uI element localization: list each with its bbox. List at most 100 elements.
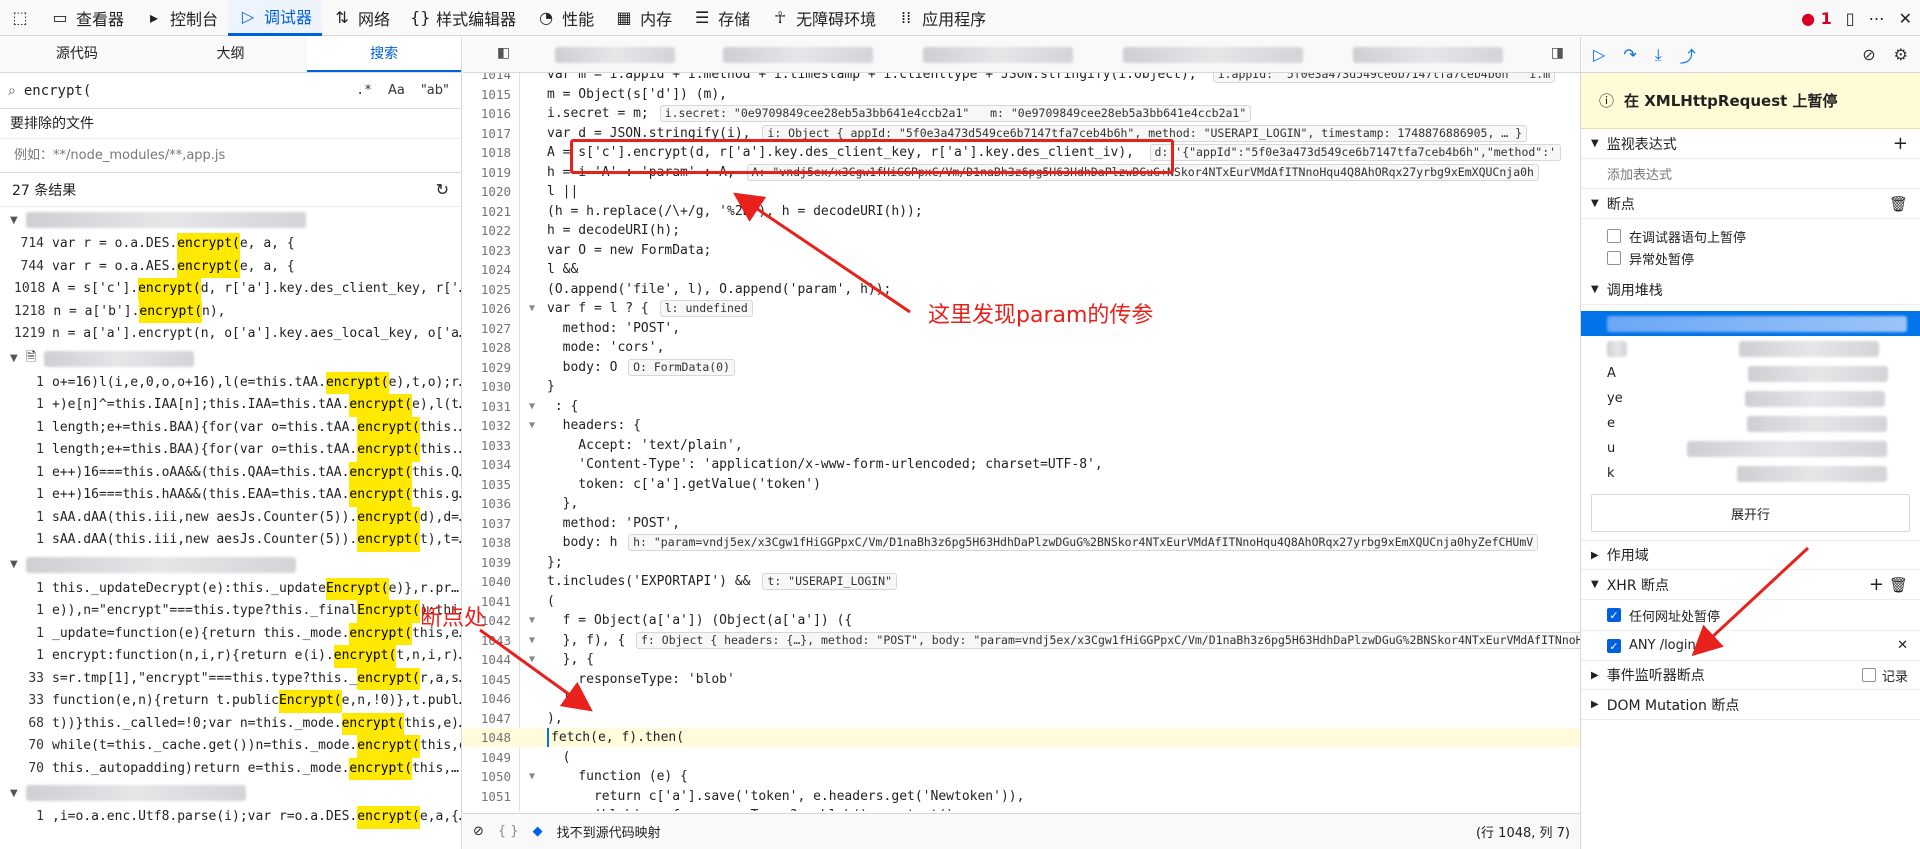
case-sensitive-toggle[interactable]: Aa [384,83,409,98]
toggle-sidebar-icon[interactable]: ◧ [497,45,510,61]
search-result-line[interactable]: 1 this._updateDecrypt(e):this._update Encr… [0,577,461,600]
code-line[interactable]: 1042 ▼ f = Object(a['a']) (Object(a['a'])… [463,611,1580,630]
toggle-right-sidebar-icon[interactable]: ◨ [1551,45,1564,61]
search-result-line[interactable]: 1 o+=16)l(i,e,0,o,o+16),l(e=this.tAA. encr… [0,371,461,394]
step-in-icon[interactable]: ⤓ [1655,45,1662,65]
code-line[interactable]: 1015 m = Object(s['d']) (m), [463,85,1580,104]
tab-console[interactable]: ▸ 控制台 [134,0,228,36]
checkbox[interactable] [1607,251,1621,265]
tab-performance[interactable]: ◔ 性能 [526,0,604,36]
tab-network[interactable]: ⇅ 网络 [322,0,400,36]
tab-search[interactable]: 搜索 [307,37,461,72]
checkbox-checked[interactable]: ✓ [1607,608,1621,622]
tab-application[interactable]: ⁞⁞ 应用程序 [886,0,996,36]
dock-icon[interactable]: ▯ [1846,9,1855,28]
code-line[interactable]: 1014 var m = i.appid + i.method + i.times… [463,73,1580,84]
line-number[interactable]: 1045 [463,670,511,689]
line-number[interactable]: 1018 [463,143,511,162]
trash-icon[interactable]: 🗑 [1889,195,1908,213]
line-number[interactable]: 1046 [463,689,511,708]
fold-toggle-icon[interactable]: ▼ [529,767,535,786]
fold-toggle-icon[interactable]: ▼ [529,299,535,318]
error-count-badge[interactable]: ● 1 [1801,9,1832,28]
trash-icon[interactable]: 🗑 [1889,576,1908,594]
line-number[interactable]: 1035 [463,475,511,494]
line-number[interactable]: 1052 [463,806,511,811]
call-stack-header[interactable]: ▼ 调用堆栈 [1581,275,1920,305]
code-line[interactable]: 1029 body: O O: FormData(0) [463,358,1580,377]
source-tab[interactable] [723,47,873,63]
call-stack-frame[interactable]: A [1581,361,1920,386]
code-line[interactable]: 1044 ▼ }, { [463,650,1580,669]
code-line[interactable]: 1028 mode: 'cors', [463,338,1580,357]
code-line[interactable]: 1024 l && [463,260,1580,279]
log-option[interactable]: 记录 [1861,666,1908,685]
code-line[interactable]: 1050 ▼ function (e) { [463,767,1580,786]
line-number[interactable]: 1021 [463,202,511,221]
regex-toggle[interactable]: .* [352,83,376,98]
code-line[interactable]: 1022 h = decodeURI(h); [463,221,1580,240]
code-line[interactable]: 1052 'blob' == f.responseType ? e.blob()… [463,806,1580,811]
close-icon[interactable]: ✕ [1899,9,1912,28]
code-line[interactable]: 1043 ▼ }, f), {f: Object { headers: {…}, … [463,631,1580,650]
code-line[interactable]: 1025 (O.append('file', l), O.append('para… [463,280,1580,299]
code-line[interactable]: 1045 responseType: 'blob' [463,670,1580,689]
search-result-line[interactable]: 1 sAA.dAA(this.iii,new aesJs.Counter(5)).… [0,529,461,552]
line-number[interactable]: 1022 [463,221,511,240]
fold-toggle-icon[interactable]: ▼ [529,631,535,650]
search-result-line[interactable]: 1 length;e+=this.BAA){for(var o=this.tAA.… [0,439,461,462]
tab-debugger[interactable]: ▷ 调试器 [228,0,323,36]
xhr-any-url-option[interactable]: ✓ 任何网址处暂停 [1581,600,1920,630]
add-icon[interactable]: + [1869,574,1884,595]
line-number[interactable]: 1048 [463,728,511,747]
search-result-line[interactable]: 33 s=r.tmp[1],"encrypt"===this.type?this.… [0,667,461,690]
expand-rows-button[interactable]: 展开行 [1591,494,1910,532]
search-result-line[interactable]: 1 e)),n="encrypt"===this.type?this._final… [0,600,461,623]
source-tab[interactable] [555,47,675,63]
code-line[interactable]: 1051 return c['a'].save('token', e.heade… [463,787,1580,806]
remove-icon[interactable]: ✕ [1897,638,1908,653]
line-number[interactable]: 1051 [463,787,511,806]
line-number[interactable]: 1017 [463,124,511,143]
line-number[interactable]: 1032 [463,416,511,435]
result-file-header[interactable]: ▼ [0,780,461,806]
code-line[interactable]: 1049 ( [463,748,1580,767]
breakpoints-header[interactable]: ▼ 断点 🗑 [1581,189,1920,219]
inline-preview[interactable]: h: "param=vndj5ex/x3Cgw1fHiGGPpxC/Vm/D1n… [628,534,1539,551]
xhr-login-breakpoint[interactable]: ✓ ANY /login ✕ [1581,630,1920,660]
search-result-line[interactable]: 1 encrypt:function(n,i,r){return e(i). enc… [0,645,461,668]
line-number[interactable]: 1031 [463,397,511,416]
call-stack-frame[interactable]: k [1581,461,1920,486]
code-line[interactable]: 1032 ▼ headers: { [463,416,1580,435]
inline-preview[interactable]: l: undefined [659,300,753,317]
inline-preview[interactable]: t: "USERAPI_LOGIN" [762,573,898,590]
code-line[interactable]: 1039}; [463,553,1580,572]
tab-inspector[interactable]: ▭ 查看器 [40,0,134,36]
code-line[interactable]: 1031 ▼ : { [463,397,1580,416]
line-number[interactable]: 1037 [463,514,511,533]
line-number[interactable]: 1027 [463,319,511,338]
line-number[interactable]: 1038 [463,533,511,552]
tab-memory[interactable]: ▦ 内存 [604,0,682,36]
call-stack-frame[interactable]: e [1581,411,1920,436]
line-number[interactable]: 1025 [463,280,511,299]
search-result-line[interactable]: 1218 n = a['b']. encrypt(n), [0,300,461,323]
refresh-icon[interactable]: ↻ [436,180,449,199]
line-number[interactable]: 1026 [463,299,511,318]
code-line[interactable]: 1046 }) [463,689,1580,708]
fold-toggle-icon[interactable]: ▼ [529,397,535,416]
result-file-header[interactable]: ▼ [0,552,461,578]
element-picker-button[interactable]: ⬚ [0,0,40,36]
line-number[interactable]: 1028 [463,338,511,357]
step-over-icon[interactable]: ↷ [1623,45,1636,64]
search-result-line[interactable]: 714 var r = o.a.DES. encrypt(e, a, { [0,233,461,256]
line-number[interactable]: 1044 [463,650,511,669]
watch-expression-input[interactable]: 添加表达式 [1581,159,1920,189]
line-number[interactable]: 1050 [463,767,511,786]
result-file-header[interactable]: ▼ 🗎 [0,346,461,372]
source-tab[interactable] [1353,47,1503,63]
checkbox[interactable] [1861,668,1876,682]
braces-icon[interactable]: { } [498,824,519,839]
code-area[interactable]: 1014 var m = i.appid + i.method + i.times… [463,73,1580,811]
tab-style-editor[interactable]: {} 样式编辑器 [400,0,526,36]
